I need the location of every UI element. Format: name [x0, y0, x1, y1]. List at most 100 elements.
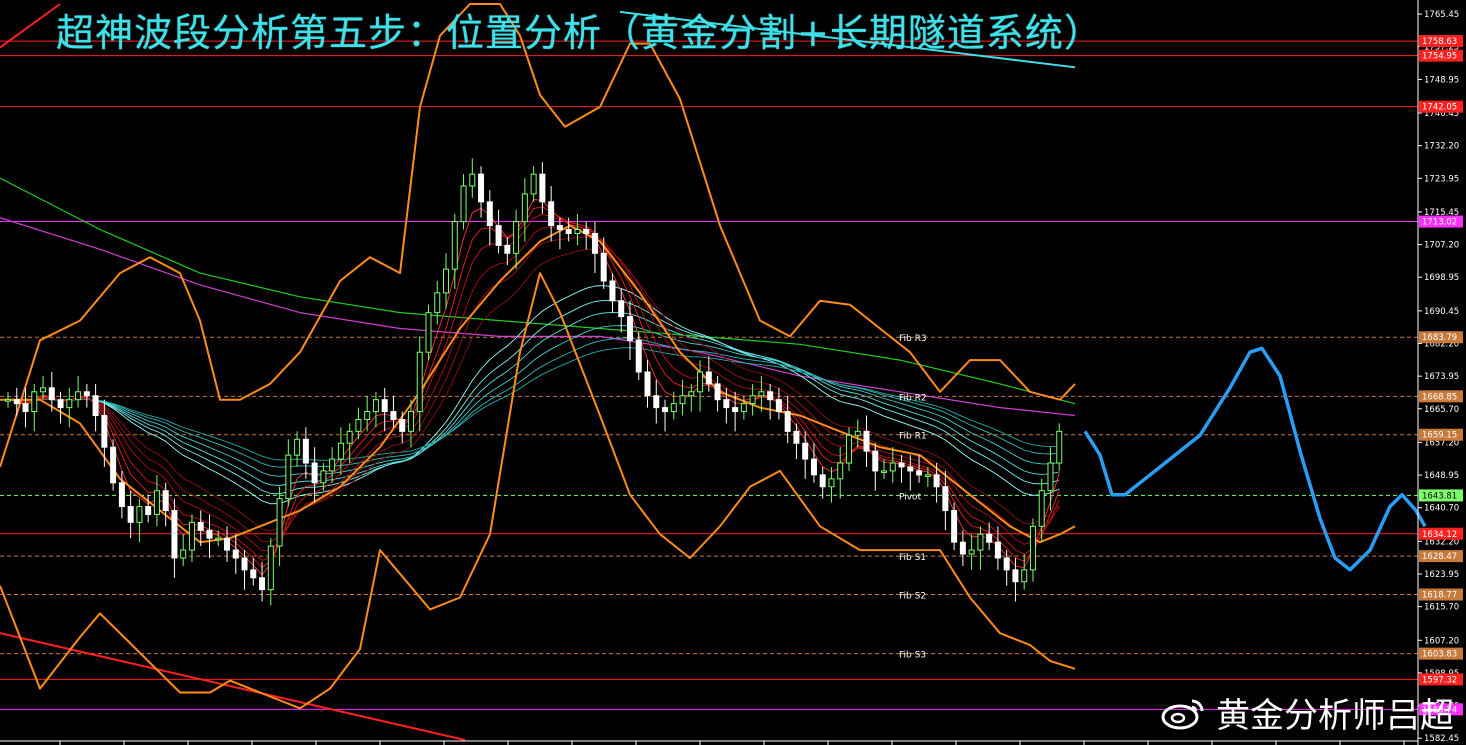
candle-body [136, 506, 143, 523]
price-tag-label: 1742.05 [1422, 103, 1457, 113]
price-tag-label: 1628.47 [1422, 552, 1457, 562]
candle-body [837, 462, 844, 480]
candle-body [521, 193, 528, 223]
candle-body [854, 430, 861, 436]
candle-body [530, 173, 537, 195]
candle-body [434, 292, 441, 314]
y-tick-label: 1765.45 [1424, 10, 1459, 20]
candle-body [75, 391, 82, 401]
candle-body [346, 430, 353, 444]
candle-body [48, 387, 55, 401]
candle-body [670, 403, 677, 413]
candle-body [1012, 569, 1019, 583]
candle-body [197, 521, 204, 531]
candle-body [13, 399, 20, 405]
candle-body [1056, 430, 1063, 464]
candle-body [679, 395, 686, 405]
candle-body [101, 415, 108, 448]
candle-body [626, 316, 633, 341]
pivot-label: Fib S1 [899, 553, 926, 563]
y-tick-label: 1607.20 [1424, 636, 1459, 646]
candle-body [153, 490, 160, 515]
candle-body [732, 407, 739, 413]
candle-body [881, 470, 888, 473]
y-tick-label: 1665.70 [1424, 405, 1459, 415]
candle-body [92, 395, 99, 417]
candle-body [416, 351, 423, 413]
candle-body [662, 407, 669, 413]
pivot-label: Fib R2 [899, 393, 927, 403]
candle-body [653, 395, 660, 409]
y-tick-label: 1690.45 [1424, 307, 1459, 317]
y-tick-label: 1732.20 [1424, 142, 1459, 152]
candle-body [302, 438, 309, 464]
candle-body [591, 233, 598, 254]
price-tag-label: 1713.02 [1422, 218, 1457, 228]
candle-body [451, 221, 458, 270]
candle-body [250, 569, 257, 579]
chart-title: 超神波段分析第五步：位置分析（黄金分割+长期隧道系统） [56, 11, 1103, 55]
candle-body [259, 577, 266, 591]
candle-body [478, 173, 485, 203]
candle-body [907, 466, 914, 472]
candle-body [495, 225, 502, 246]
candle-body [469, 173, 476, 187]
pivot-label: Fib S2 [899, 592, 926, 602]
candle-body [898, 462, 905, 468]
candle-body [951, 509, 958, 543]
candle-body [40, 387, 47, 393]
price-chart: Fib R3 Fib R2 Fib R1 Pivot Fib S1 Fib S2 Fib S… [0, 0, 1463, 745]
candle-body [924, 474, 931, 477]
candle-body [548, 201, 555, 227]
candle-body [267, 545, 274, 591]
candle-body [390, 411, 397, 420]
candle-body [793, 430, 800, 444]
candle-body [232, 549, 239, 559]
candle-body [329, 458, 336, 472]
candle-body [355, 418, 362, 432]
candle-body [863, 430, 870, 452]
candle-body [583, 229, 590, 235]
candle-body [372, 399, 379, 413]
price-tag-label: 1683.79 [1422, 333, 1457, 343]
pivot-label: Fib S3 [899, 651, 926, 661]
candle-body [609, 280, 616, 302]
candle-body [872, 450, 879, 472]
candle-body [66, 399, 73, 409]
candle-body [889, 462, 896, 472]
candle-body [5, 399, 11, 402]
candle-body [188, 521, 195, 551]
y-tick-label: 1640.70 [1424, 504, 1459, 514]
candle-body [145, 506, 152, 515]
candle-body [828, 478, 835, 488]
y-tick-label: 1723.95 [1424, 174, 1459, 184]
candle-body [959, 541, 966, 555]
candle-body [57, 399, 64, 409]
candle-body [723, 399, 730, 409]
price-tag-label: 1603.83 [1422, 650, 1457, 660]
candle-body [171, 509, 178, 559]
candle-body [697, 371, 704, 393]
candle-body [574, 229, 581, 235]
candle-body [110, 446, 117, 484]
candle-body [513, 221, 520, 254]
candle-body [180, 549, 187, 559]
candle-body [802, 442, 809, 460]
candle-body [740, 403, 747, 413]
candle-body [399, 418, 406, 432]
candle-body [986, 533, 993, 543]
chart-root: Fib R3 Fib R2 Fib R1 Pivot Fib S1 Fib S2 Fib S… [0, 0, 1466, 745]
candle-body [162, 490, 169, 511]
pivot-label: Fib R3 [899, 334, 927, 344]
candle-body [968, 549, 975, 555]
candle-body [460, 185, 467, 223]
candle-body [1029, 525, 1036, 571]
candle-body [994, 541, 1001, 559]
candle-body [749, 395, 756, 405]
candle-body [504, 244, 511, 254]
candle-body [819, 474, 826, 488]
y-tick-label: 1615.70 [1424, 603, 1459, 613]
y-tick-label: 1698.95 [1424, 273, 1459, 283]
pivot-label: Fib R1 [899, 432, 927, 442]
price-tag-label: 1659.15 [1422, 431, 1457, 441]
